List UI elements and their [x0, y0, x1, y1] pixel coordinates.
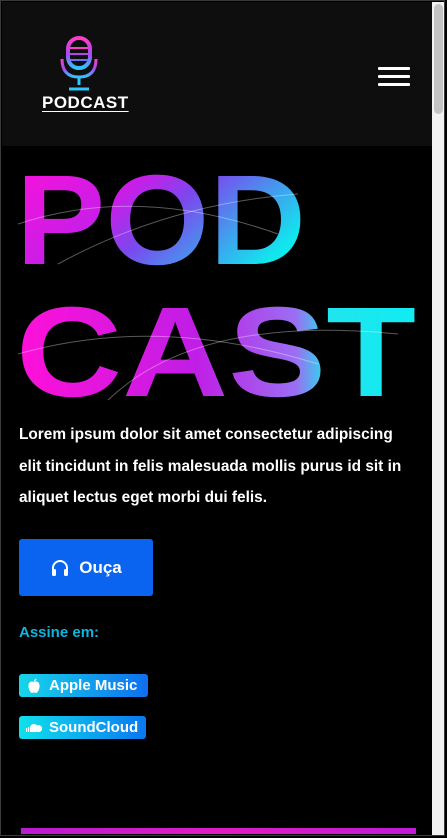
next-section-edge: [21, 828, 416, 834]
page-frame: PODCAST POD CAST Lorem ipsum dolor sit a…: [0, 0, 445, 836]
microphone-icon: [60, 36, 98, 91]
platform-label: SoundCloud: [49, 719, 139, 736]
hero-line-cast: CAST: [18, 281, 416, 400]
apple-icon: [19, 678, 49, 694]
soundcloud-link[interactable]: SoundCloud: [19, 716, 146, 739]
subscribe-label: Assine em:: [19, 624, 100, 641]
vertical-scrollbar[interactable]: [432, 2, 444, 835]
listen-button-label: Ouça: [79, 557, 122, 577]
podcast-logo[interactable]: PODCAST: [42, 35, 129, 119]
hero-description: Lorem ipsum dolor sit amet consectetur a…: [19, 426, 402, 506]
site-header: PODCAST: [2, 2, 432, 146]
platform-label: Apple Music: [49, 677, 138, 694]
soundcloud-icon: [19, 723, 49, 733]
hamburger-menu-icon[interactable]: [378, 65, 410, 89]
listen-button[interactable]: Ouça: [19, 539, 153, 596]
logo-text: PODCAST: [42, 93, 129, 112]
headphones-icon: [52, 559, 69, 576]
apple-music-link[interactable]: Apple Music: [19, 674, 148, 697]
hero-line-pod: POD: [18, 164, 306, 292]
hero-title: POD CAST: [18, 164, 416, 400]
scrollbar-thumb[interactable]: [434, 4, 443, 114]
